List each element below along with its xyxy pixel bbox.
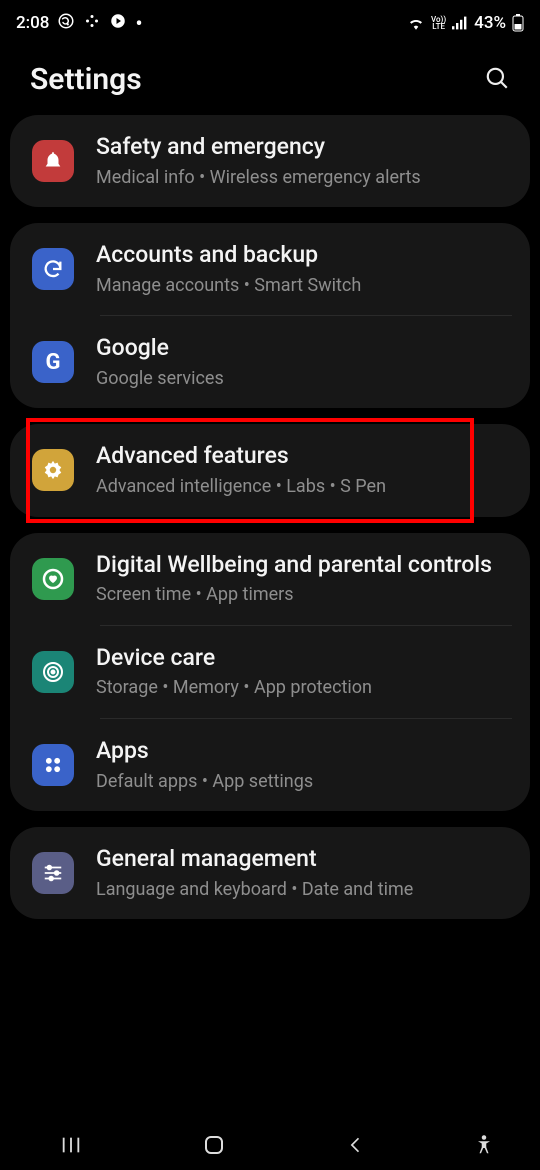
accessibility-button[interactable]	[459, 1125, 509, 1165]
settings-item-text: Accounts and backup Manage accounts • Sma…	[96, 241, 512, 297]
settings-group: Advanced features Advanced intelligence •…	[10, 424, 530, 516]
settings-item-subtitle: Screen time • App timers	[96, 583, 512, 606]
grid-icon	[32, 744, 74, 786]
settings-item-devicecare[interactable]: Device care Storage • Memory • App protec…	[10, 626, 530, 718]
settings-item-text: Device care Storage • Memory • App protec…	[96, 644, 512, 700]
signal-icon	[452, 16, 468, 30]
settings-group: General management Language and keyboard …	[10, 827, 530, 919]
whatsapp-icon	[57, 12, 75, 35]
alert-icon	[32, 140, 74, 182]
settings-group: Digital Wellbeing and parental controls S…	[10, 533, 530, 811]
settings-item-title: Device care	[96, 644, 512, 673]
home-button[interactable]	[174, 1125, 254, 1165]
settings-item-text: General management Language and keyboard …	[96, 845, 512, 901]
settings-item-wellbeing[interactable]: Digital Wellbeing and parental controls S…	[10, 533, 530, 625]
settings-item-subtitle: Storage • Memory • App protection	[96, 676, 512, 699]
settings-group: Accounts and backup Manage accounts • Sma…	[10, 223, 530, 408]
settings-group: Safety and emergency Medical info • Wirel…	[10, 115, 530, 207]
sync-icon	[32, 248, 74, 290]
status-time: 2:08	[16, 13, 49, 33]
settings-item-subtitle: Manage accounts • Smart Switch	[96, 274, 512, 297]
volte-icon: Vo)) LTE	[431, 16, 446, 30]
settings-item-apps[interactable]: Apps Default apps • App settings	[10, 719, 530, 811]
android-navbar	[0, 1120, 540, 1170]
play-icon	[109, 12, 127, 35]
status-right: Vo)) LTE 43%	[407, 13, 524, 33]
header: Settings	[0, 40, 540, 115]
settings-item-title: Google	[96, 334, 512, 363]
settings-item-google[interactable]: G Google Google services	[10, 316, 530, 408]
recents-button[interactable]	[31, 1125, 111, 1165]
heart-icon	[32, 558, 74, 600]
settings-item-subtitle: Medical info • Wireless emergency alerts	[96, 166, 512, 189]
gear-icon	[32, 449, 74, 491]
settings-item-title: Safety and emergency	[96, 133, 512, 162]
target-icon	[32, 651, 74, 693]
sliders-icon	[32, 852, 74, 894]
settings-item-title: Accounts and backup	[96, 241, 512, 270]
settings-list: Safety and emergency Medical info • Wirel…	[0, 115, 540, 919]
settings-item-text: Google Google services	[96, 334, 512, 390]
status-bar: 2:08 • Vo)) LTE 43%	[0, 0, 540, 40]
status-left: 2:08 •	[16, 12, 142, 35]
settings-item-text: Apps Default apps • App settings	[96, 737, 512, 793]
settings-item-subtitle: Language and keyboard • Date and time	[96, 878, 512, 901]
search-icon[interactable]	[484, 65, 510, 95]
battery-percent: 43%	[474, 13, 506, 33]
more-notif-dot: •	[135, 13, 142, 33]
page-title: Settings	[30, 62, 142, 97]
settings-item-title: General management	[96, 845, 512, 874]
settings-item-subtitle: Advanced intelligence • Labs • S Pen	[96, 475, 512, 498]
settings-item-safety[interactable]: Safety and emergency Medical info • Wirel…	[10, 115, 530, 207]
settings-item-text: Safety and emergency Medical info • Wirel…	[96, 133, 512, 189]
settings-item-subtitle: Google services	[96, 367, 512, 390]
settings-item-text: Advanced features Advanced intelligence •…	[96, 442, 512, 498]
settings-item-title: Advanced features	[96, 442, 512, 471]
back-button[interactable]	[316, 1125, 396, 1165]
settings-item-accounts[interactable]: Accounts and backup Manage accounts • Sma…	[10, 223, 530, 315]
settings-item-advanced[interactable]: Advanced features Advanced intelligence •…	[10, 424, 530, 516]
battery-icon	[512, 14, 524, 32]
settings-item-general[interactable]: General management Language and keyboard …	[10, 827, 530, 919]
settings-item-title: Apps	[96, 737, 512, 766]
settings-item-text: Digital Wellbeing and parental controls S…	[96, 551, 512, 607]
google-icon: G	[32, 341, 74, 383]
settings-item-subtitle: Default apps • App settings	[96, 770, 512, 793]
settings-item-title: Digital Wellbeing and parental controls	[96, 551, 512, 580]
wifi-icon	[407, 16, 425, 30]
slack-icon	[83, 12, 101, 35]
